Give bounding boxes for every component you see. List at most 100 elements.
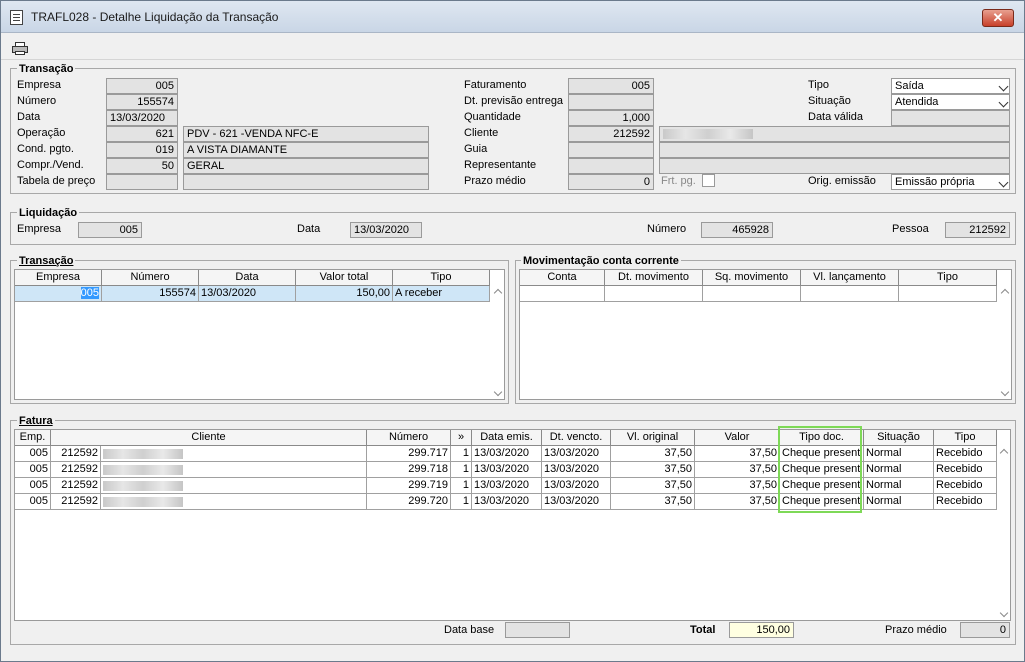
representante-code-field[interactable] bbox=[568, 158, 654, 174]
col-header-conta[interactable]: Conta bbox=[520, 270, 605, 286]
footer-prazo-field[interactable]: 0 bbox=[960, 622, 1010, 638]
table-row-cell[interactable]: Cheque present bbox=[780, 494, 864, 510]
table-row-cell[interactable]: 299.720 bbox=[367, 494, 451, 510]
chevron-down-icon[interactable] bbox=[493, 387, 503, 397]
selected-cell-value[interactable]: 005 bbox=[80, 287, 99, 299]
table-row-cell[interactable]: Recebido bbox=[934, 462, 997, 478]
table-row-cell[interactable]: Recebido bbox=[934, 478, 997, 494]
col-header-numero[interactable]: Número bbox=[367, 430, 451, 446]
table-row-cell[interactable]: 37,50 bbox=[611, 462, 695, 478]
col-header-cliente[interactable]: Cliente bbox=[51, 430, 367, 446]
table-row-cell[interactable]: 212592 bbox=[51, 446, 101, 462]
close-button[interactable]: ✕ bbox=[982, 9, 1014, 27]
table-row-cell[interactable]: 1 bbox=[451, 462, 472, 478]
table-row-cell[interactable]: Cheque present bbox=[780, 478, 864, 494]
operacao-desc-field[interactable]: PDV - 621 -VENDA NFC-E bbox=[183, 126, 429, 142]
table-row-cell[interactable]: 13/03/2020 bbox=[472, 446, 542, 462]
table-row-cell[interactable]: 13/03/2020 bbox=[472, 478, 542, 494]
table-row-cell[interactable] bbox=[520, 286, 605, 302]
table-row-cell[interactable]: Recebido bbox=[934, 446, 997, 462]
table-row-cell[interactable]: 005 bbox=[15, 286, 102, 302]
table-row-cell[interactable]: 1 bbox=[451, 478, 472, 494]
chevron-down-icon[interactable] bbox=[1000, 387, 1010, 397]
table-row-cell[interactable]: Recebido bbox=[934, 494, 997, 510]
table-row-cell[interactable]: 299.717 bbox=[367, 446, 451, 462]
representante-desc-field[interactable] bbox=[659, 158, 1010, 174]
table-row-cell[interactable] bbox=[703, 286, 801, 302]
printer-icon[interactable] bbox=[12, 42, 28, 55]
chevron-up-icon[interactable] bbox=[999, 448, 1009, 458]
col-header-data[interactable]: Data bbox=[199, 270, 296, 286]
col-header-dt-vencto[interactable]: Dt. vencto. bbox=[542, 430, 611, 446]
data-base-field[interactable] bbox=[505, 622, 570, 638]
table-row-cell[interactable]: Cheque present bbox=[780, 462, 864, 478]
guia-desc-field[interactable] bbox=[659, 142, 1010, 158]
liq-data-field[interactable]: 13/03/2020 bbox=[350, 222, 422, 238]
col-header-empresa[interactable]: Empresa bbox=[15, 270, 102, 286]
col-header-tipo-doc[interactable]: Tipo doc. bbox=[780, 430, 864, 446]
cond-desc-field[interactable]: A VISTA DIAMANTE bbox=[183, 142, 429, 158]
col-header-valor-total[interactable]: Valor total bbox=[296, 270, 393, 286]
table-row-cell[interactable]: 37,50 bbox=[695, 494, 780, 510]
numero-field[interactable]: 155574 bbox=[106, 94, 178, 110]
table-row-cell[interactable]: 37,50 bbox=[611, 478, 695, 494]
table-row-cell[interactable]: 37,50 bbox=[695, 446, 780, 462]
table-row-cell[interactable]: 13/03/2020 bbox=[472, 462, 542, 478]
chevron-up-icon[interactable] bbox=[493, 288, 503, 298]
table-row-cell[interactable]: 1 bbox=[451, 494, 472, 510]
cliente-name-cell[interactable] bbox=[101, 446, 367, 462]
table-row-cell[interactable]: 37,50 bbox=[695, 462, 780, 478]
table-row-cell[interactable]: 150,00 bbox=[296, 286, 393, 302]
chevron-down-icon[interactable] bbox=[999, 608, 1009, 618]
liq-numero-field[interactable]: 465928 bbox=[701, 222, 773, 238]
table-row-cell[interactable]: Normal bbox=[864, 494, 934, 510]
fatura-grid-scrollbar[interactable] bbox=[997, 446, 1010, 620]
data-valida-field[interactable] bbox=[891, 110, 1010, 126]
col-header-data-emis[interactable]: Data emis. bbox=[472, 430, 542, 446]
compr-code-field[interactable]: 50 bbox=[106, 158, 178, 174]
table-row-cell[interactable]: 005 bbox=[15, 494, 51, 510]
table-row-cell[interactable]: 155574 bbox=[102, 286, 199, 302]
table-row-cell[interactable]: 13/03/2020 bbox=[542, 494, 611, 510]
cliente-name-cell[interactable] bbox=[101, 462, 367, 478]
col-header-expand[interactable]: » bbox=[451, 430, 472, 446]
table-row-cell[interactable]: 13/03/2020 bbox=[472, 494, 542, 510]
table-row-cell[interactable]: 13/03/2020 bbox=[199, 286, 296, 302]
table-row-cell[interactable]: 37,50 bbox=[611, 446, 695, 462]
table-row-cell[interactable] bbox=[605, 286, 703, 302]
table-row-cell[interactable]: Normal bbox=[864, 478, 934, 494]
total-field[interactable]: 150,00 bbox=[729, 622, 794, 638]
table-row-cell[interactable]: Normal bbox=[864, 446, 934, 462]
col-header-tipo[interactable]: Tipo bbox=[393, 270, 490, 286]
compr-desc-field[interactable]: GERAL bbox=[183, 158, 429, 174]
col-header-numero[interactable]: Número bbox=[102, 270, 199, 286]
liq-pessoa-field[interactable]: 212592 bbox=[945, 222, 1010, 238]
fatura-grid[interactable]: Emp. Cliente Número » Data emis. Dt. ven… bbox=[14, 429, 1011, 621]
cliente-code-field[interactable]: 212592 bbox=[568, 126, 654, 142]
empresa-field[interactable]: 005 bbox=[106, 78, 178, 94]
table-row-cell[interactable]: 13/03/2020 bbox=[542, 446, 611, 462]
table-row-cell[interactable]: 212592 bbox=[51, 494, 101, 510]
table-row-cell[interactable]: 005 bbox=[15, 478, 51, 494]
faturamento-field[interactable]: 005 bbox=[568, 78, 654, 94]
table-row-cell[interactable]: 212592 bbox=[51, 462, 101, 478]
col-header-situacao[interactable]: Situação bbox=[864, 430, 934, 446]
cliente-name-cell[interactable] bbox=[101, 494, 367, 510]
col-header-tipo[interactable]: Tipo bbox=[934, 430, 997, 446]
operacao-code-field[interactable]: 621 bbox=[106, 126, 178, 142]
table-row-cell[interactable]: 005 bbox=[15, 462, 51, 478]
table-row-cell[interactable]: 37,50 bbox=[695, 478, 780, 494]
tabela-code-field[interactable] bbox=[106, 174, 178, 190]
col-header-emp[interactable]: Emp. bbox=[15, 430, 51, 446]
transacao-grid-scrollbar[interactable] bbox=[491, 286, 504, 399]
table-row-cell[interactable]: 299.719 bbox=[367, 478, 451, 494]
chevron-up-icon[interactable] bbox=[1000, 288, 1010, 298]
transacao-grid[interactable]: Empresa Número Data Valor total Tipo 005… bbox=[14, 269, 505, 400]
quantidade-field[interactable]: 1,000 bbox=[568, 110, 654, 126]
tabela-desc-field[interactable] bbox=[183, 174, 429, 190]
prazo-field[interactable]: 0 bbox=[568, 174, 654, 190]
col-header-dt-movimento[interactable]: Dt. movimento bbox=[605, 270, 703, 286]
orig-select[interactable]: Emissão própria bbox=[891, 174, 1010, 190]
movimentacao-grid-scrollbar[interactable] bbox=[998, 286, 1011, 399]
cliente-name-field[interactable] bbox=[659, 126, 1010, 142]
